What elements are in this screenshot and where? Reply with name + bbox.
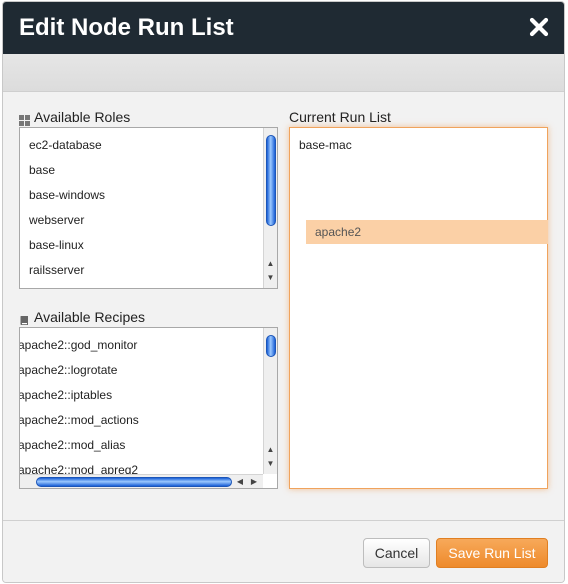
roles-scroll-thumb[interactable] <box>266 135 276 226</box>
scroll-up-arrow-icon[interactable]: ▲ <box>264 444 277 456</box>
roles-vertical-scrollbar[interactable]: ▲ ▼ <box>263 128 277 288</box>
role-item[interactable]: base-windows <box>29 187 105 203</box>
available-recipes-list[interactable]: apache2::god_monitor apache2::logrotate … <box>19 327 278 489</box>
current-run-list[interactable]: base-mac apache2 <box>289 127 548 489</box>
available-roles-title: Available Roles <box>34 109 131 125</box>
role-item[interactable]: railsserver <box>29 262 84 278</box>
role-item[interactable]: base-linux <box>29 237 84 253</box>
dialog-footer: Cancel Save Run List <box>3 520 564 582</box>
recipe-item[interactable]: apache2::god_monitor <box>20 337 137 353</box>
role-item[interactable]: base <box>29 162 55 178</box>
current-run-list-label: Current Run List <box>289 109 391 125</box>
recipe-item[interactable]: apache2::mod_actions <box>20 412 139 428</box>
role-item[interactable]: ec2-database <box>29 137 102 153</box>
save-run-list-button[interactable]: Save Run List <box>436 538 548 568</box>
recipe-item[interactable]: apache2::logrotate <box>20 362 117 378</box>
toolbar-band <box>3 54 564 92</box>
role-item[interactable]: webserver <box>29 212 84 228</box>
grid-icon <box>19 112 30 126</box>
available-recipes-label: Available Recipes <box>19 308 145 326</box>
available-roles-list[interactable]: ec2-database base base-windows webserver… <box>19 127 278 289</box>
recipe-item[interactable]: apache2::mod_alias <box>20 437 125 453</box>
cancel-button[interactable]: Cancel <box>363 538 430 568</box>
scroll-left-arrow-icon[interactable]: ◀ <box>234 476 246 488</box>
scroll-down-arrow-icon[interactable]: ▼ <box>264 272 277 284</box>
dialog-title: Edit Node Run List <box>19 14 234 41</box>
recipe-item[interactable]: apache2::iptables <box>20 387 112 403</box>
scroll-down-arrow-icon[interactable]: ▼ <box>264 458 277 470</box>
book-icon <box>19 312 30 325</box>
available-recipes-title: Available Recipes <box>34 309 146 325</box>
run-list-item[interactable]: base-mac <box>299 137 352 153</box>
recipes-vertical-scrollbar[interactable]: ▲ ▼ <box>263 328 277 474</box>
recipes-horizontal-scroll-thumb[interactable] <box>36 477 232 487</box>
scroll-up-arrow-icon[interactable]: ▲ <box>264 258 277 270</box>
recipes-horizontal-scrollbar[interactable]: ◀ ▶ <box>20 474 263 488</box>
close-icon[interactable] <box>528 16 550 38</box>
scroll-right-arrow-icon[interactable]: ▶ <box>248 476 260 488</box>
available-roles-label: Available Roles <box>19 108 130 126</box>
edit-run-list-dialog: Edit Node Run List Available Roles ec2-d… <box>2 1 565 583</box>
run-list-drop-placeholder[interactable]: apache2 <box>306 220 548 244</box>
dialog-title-bar: Edit Node Run List <box>3 2 564 54</box>
recipes-scroll-thumb[interactable] <box>266 335 276 357</box>
